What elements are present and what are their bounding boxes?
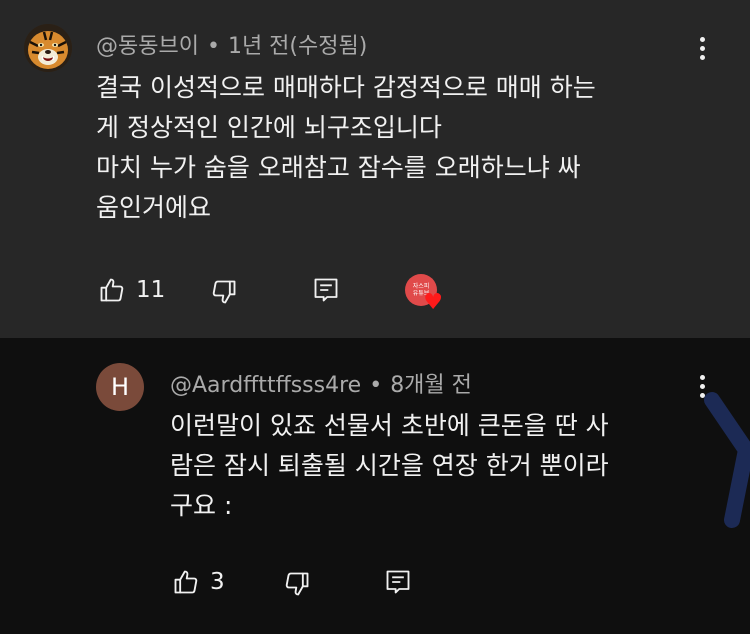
reply-author[interactable]: @Aardffttffsss4re [170,373,361,398]
dislike-button[interactable] [283,570,311,598]
reply-text-line: 람은 잠시 퇴출될 시간을 연장 한거 뿐이라 [170,451,609,480]
thumb-down-icon [212,280,236,304]
scroll-edge-indicator [704,392,750,528]
like-button[interactable]: 11 [98,276,165,304]
comment-time[interactable]: 1년 전(수정됨) [228,34,367,59]
reply-text-line: 이런말이 있죠 선물서 초반에 큰돈을 딴 사 [170,411,609,440]
red-heart-icon: ♥ [423,290,443,315]
reply-avatar[interactable]: H [96,363,144,411]
comment-text-line: 마치 누가 숨을 오래참고 잠수를 오래하느냐 싸 [96,153,581,182]
reply-button[interactable] [384,568,412,596]
reply-comment-icon [386,570,410,594]
comment-author[interactable]: @동동브이 [96,34,199,59]
like-button[interactable]: 3 [172,568,225,596]
thumb-up-icon [174,570,198,594]
meta-separator: • [369,373,383,398]
reply-text-line: 구요 : [170,491,233,520]
like-count: 11 [136,277,166,303]
meta-separator: • [206,34,220,59]
tiger-avatar-icon[interactable] [24,24,72,72]
creator-heart-badge: 자스피 유튜브 ♥ [405,274,443,314]
reply-button[interactable] [312,276,340,304]
like-count: 3 [210,569,225,595]
comment-meta: @동동브이 • 1년 전(수정됨) [96,28,367,60]
thumb-down-icon [285,572,309,596]
comment-card: @동동브이 • 1년 전(수정됨) 결국 이성적으로 매매하다 감정적으로 매매 하… [0,0,750,338]
comment-text: 결국 이성적으로 매매하다 감정적으로 매매 하는 게 정상적인 인간에 뇌구조… [96,68,596,228]
more-options-icon[interactable] [690,36,714,60]
reply-meta: @Aardffttffsss4re • 8개월 전 [170,367,472,399]
reply-text: 이런말이 있죠 선물서 초반에 큰돈을 딴 사 람은 잠시 퇴출될 시간을 연장… [170,406,609,526]
comment-text-line: 결국 이성적으로 매매하다 감정적으로 매매 하는 [96,73,596,102]
comment-text-line: 움인거에요 [96,193,212,222]
reply-time[interactable]: 8개월 전 [390,373,472,398]
reply-comment-icon [314,278,338,302]
avatar-letter: H [110,373,130,401]
thumb-up-icon [100,278,124,302]
dislike-button[interactable] [210,278,238,306]
creator-avatar-text: 자스피 [412,283,430,290]
comment-text-line: 게 정상적인 인간에 뇌구조입니다 [96,113,442,142]
